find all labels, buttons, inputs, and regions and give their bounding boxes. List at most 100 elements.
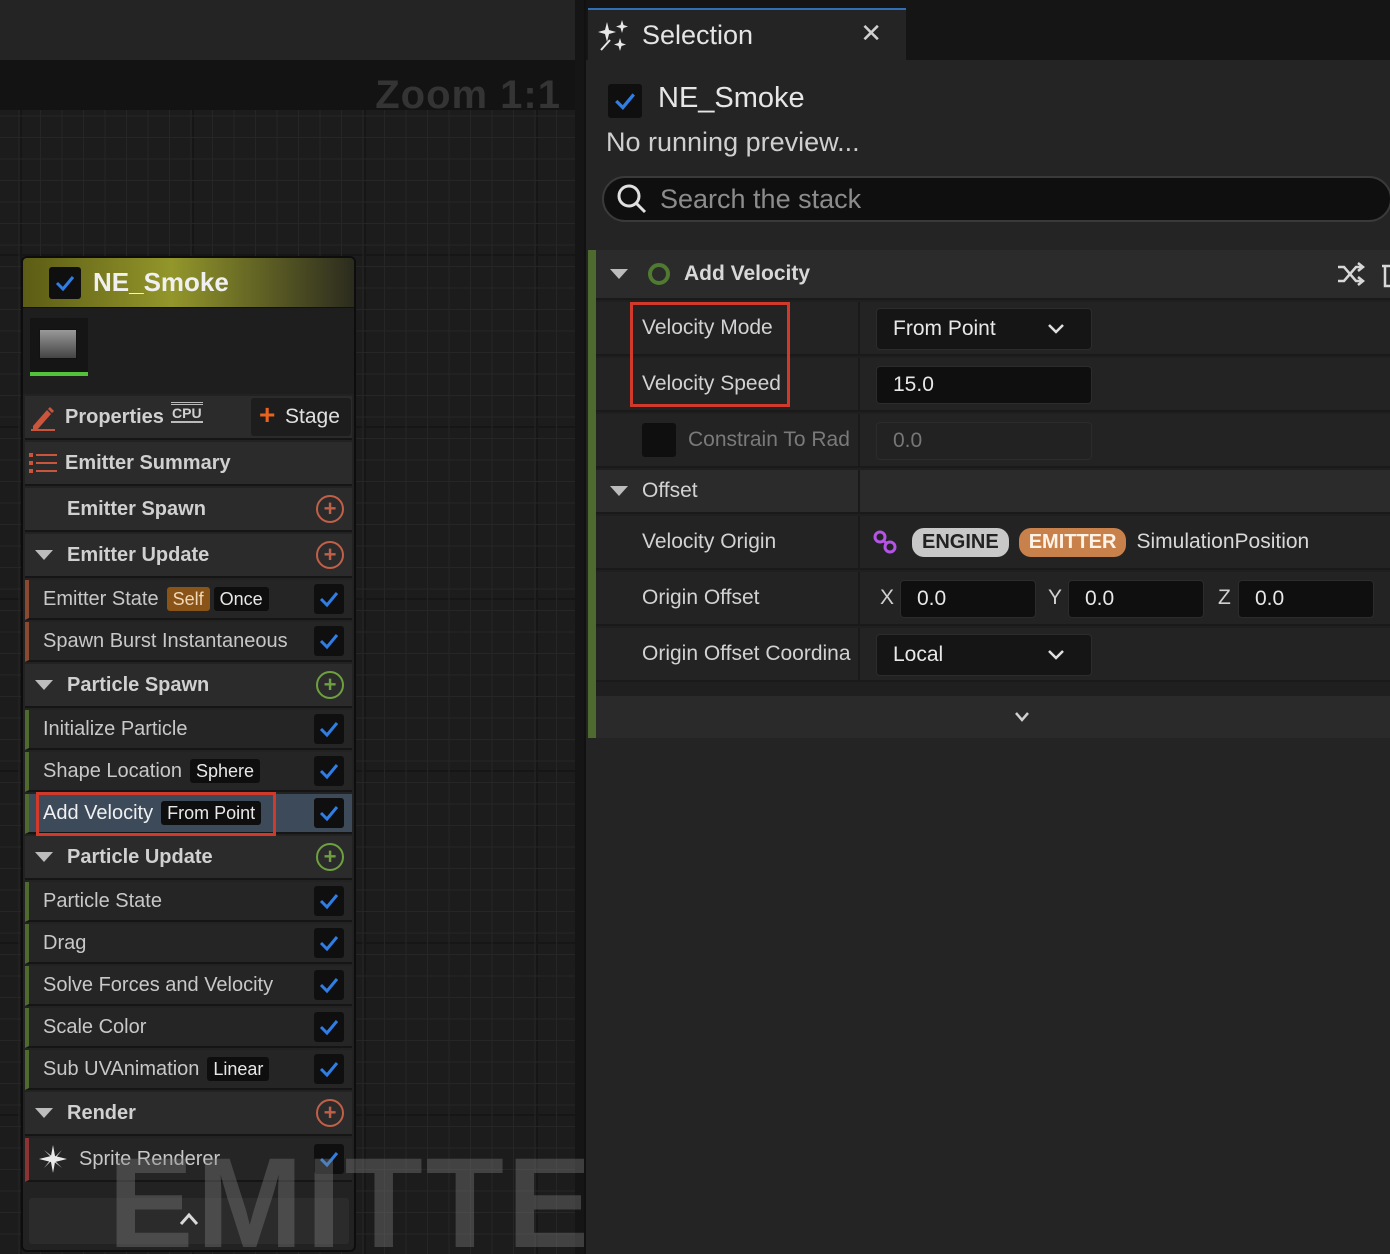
group-particle-spawn[interactable]: Particle Spawn + [25,664,352,708]
link-icon[interactable] [872,529,898,555]
module-enable-checkbox[interactable] [314,1012,344,1042]
search-input[interactable]: Search the stack [602,176,1390,222]
module-enable-checkbox[interactable] [314,756,344,786]
graph-canvas[interactable]: Zoom 1:1 NE_Smoke Properties CPU + Stage [0,0,688,1254]
module-header[interactable]: Add Velocity [596,250,1390,300]
offset-x-input[interactable]: 0.0 [900,580,1036,618]
add-module-icon[interactable]: + [316,1099,344,1127]
check-icon [319,764,339,780]
module-drag[interactable]: Drag [25,924,352,964]
coordinate-space-dropdown[interactable]: Local [876,634,1092,676]
show-advanced-bar[interactable] [596,696,1390,738]
constrain-checkbox[interactable] [642,423,676,457]
stage-label: Stage [285,405,340,428]
module-emitter-state[interactable]: Emitter State Self Once [25,580,352,620]
module-enable-checkbox[interactable] [314,626,344,656]
param-constrain-to-radius: Constrain To Rad 0.0 [596,414,1390,468]
collapse-arrow-icon[interactable] [610,486,628,496]
offset-y-input[interactable]: 0.0 [1068,580,1204,618]
emitter-node[interactable]: NE_Smoke Properties CPU + Stage Emitter [21,256,356,1252]
velocity-mode-dropdown[interactable]: From Point [876,308,1092,350]
check-icon [319,978,339,994]
offset-category[interactable]: Offset [596,470,1390,514]
param-label: Origin Offset [642,586,760,609]
add-module-icon[interactable]: + [316,495,344,523]
module-sub-uv-animation[interactable]: Sub UVAnimation Linear [25,1050,352,1090]
plus-icon: + [259,399,276,430]
collapse-arrow-icon[interactable] [35,550,53,560]
sprite-icon [39,1145,67,1173]
node-title: NE_Smoke [93,267,229,297]
module-particle-state[interactable]: Particle State [25,882,352,922]
emitter-summary-label: Emitter Summary [65,451,231,474]
group-emitter-update[interactable]: Emitter Update + [25,534,352,578]
node-header[interactable]: NE_Smoke [23,258,354,308]
origin-binding[interactable]: ENGINE EMITTER SimulationPosition [912,527,1309,557]
group-render[interactable]: Render + [25,1092,352,1136]
module-shape-location[interactable]: Shape Location Sphere [25,752,352,792]
module-label: Particle State [43,889,162,912]
check-icon [319,722,339,738]
module-enable-checkbox[interactable] [314,928,344,958]
module-initialize-particle[interactable]: Initialize Particle [25,710,352,750]
module-enable-checkbox[interactable] [314,970,344,1000]
search-placeholder: Search the stack [660,183,862,214]
trash-icon[interactable] [1380,260,1390,288]
module-solve-forces[interactable]: Solve Forces and Velocity [25,966,352,1006]
param-origin-offset: Origin Offset X 0.0 Y 0.0 Z 0.0 [596,572,1390,626]
stage-button[interactable]: + Stage [251,398,351,436]
emitter-enable-checkbox[interactable] [49,266,81,299]
tab-title: Selection [642,19,754,50]
collapse-arrow-icon[interactable] [35,1108,53,1118]
check-icon [319,1020,339,1036]
chevron-down-icon [1048,650,1064,660]
emitter-summary-row[interactable]: Emitter Summary [25,442,352,486]
constrain-radius-input[interactable]: 0.0 [876,422,1092,460]
x-label: X [880,586,895,609]
module-label: Drag [43,931,87,954]
add-module-icon[interactable]: + [316,843,344,871]
module-label: Spawn Burst Instantaneous [43,629,288,652]
group-label: Particle Spawn [67,673,210,696]
group-particle-update[interactable]: Particle Update + [25,836,352,880]
module-enable-checkbox[interactable] [314,584,344,614]
module-tag: Linear [207,1056,270,1081]
collapse-arrow-icon[interactable] [35,680,53,690]
close-icon[interactable]: ✕ [860,18,882,49]
shuffle-icon[interactable] [1336,261,1366,287]
category-label: Offset [642,479,698,502]
group-label: Particle Update [67,845,213,868]
add-module-icon[interactable]: + [316,541,344,569]
selection-panel: Selection ✕ NE_Smoke No running preview.… [584,0,1390,1254]
module-enable-checkbox[interactable] [314,798,344,828]
emitter-pill: EMITTER [1018,527,1127,557]
param-label: Velocity Origin [642,530,777,553]
module-enable-checkbox[interactable] [314,886,344,916]
emitter-enable-checkbox[interactable] [608,84,642,118]
group-label: Emitter Spawn [67,497,206,520]
properties-row[interactable]: Properties CPU + Stage [25,396,352,440]
dropdown-value: From Point [893,317,996,340]
check-icon [319,806,339,822]
offset-z-input[interactable]: 0.0 [1238,580,1374,618]
module-spawn-burst[interactable]: Spawn Burst Instantaneous [25,622,352,662]
module-title: Add Velocity [684,262,811,285]
module-label: Sub UVAnimation Linear [43,1056,270,1081]
module-label: Scale Color [43,1015,147,1038]
module-scale-color[interactable]: Scale Color [25,1008,352,1048]
module-enable-checkbox[interactable] [314,714,344,744]
group-emitter-spawn[interactable]: Emitter Spawn + [25,488,352,532]
module-enable-checkbox[interactable] [314,1054,344,1084]
emitter-thumbnail[interactable] [30,318,88,376]
cpu-label: CPU [171,402,203,423]
collapse-arrow-icon[interactable] [35,852,53,862]
add-module-icon[interactable]: + [316,671,344,699]
tab-selection[interactable]: Selection ✕ [588,8,906,60]
engine-pill: ENGINE [912,527,1009,557]
module-label: Solve Forces and Velocity [43,973,274,996]
param-origin-offset-coordinate: Origin Offset Coordina Local [596,628,1390,682]
chevron-down-icon [1015,712,1029,722]
velocity-speed-input[interactable]: 15.0 [876,366,1092,404]
module-tag: Sphere [190,758,261,783]
collapse-arrow-icon[interactable] [610,269,628,279]
